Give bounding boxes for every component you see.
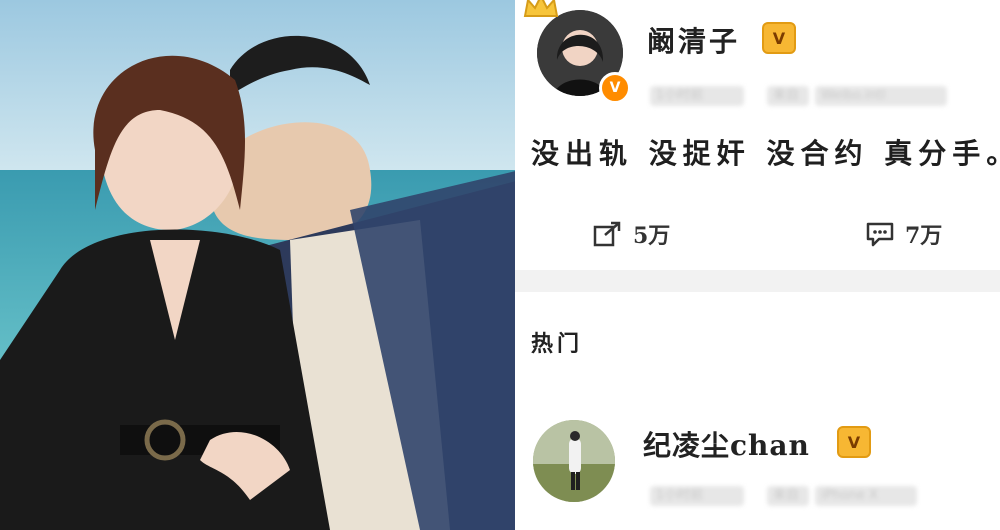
vip-icon: V <box>762 22 796 54</box>
post-time-blurred: 1小时前 <box>650 86 744 106</box>
comment-source-label-blurred: 来自 <box>767 486 809 506</box>
social-feed-screenshot: V 阚清子 V 1小时前 来自 Weibo.intl 没出轨 没捉奸 没合约 真… <box>515 0 1000 530</box>
post-text: 没出轨 没捉奸 没合约 真分手。 <box>531 137 1000 170</box>
section-divider <box>515 270 1000 292</box>
composite-image: V 阚清子 V 1小时前 来自 Weibo.intl 没出轨 没捉奸 没合约 真… <box>0 0 1000 530</box>
section-title-hot[interactable]: 热门 <box>531 326 583 358</box>
vip-icon: V <box>837 426 871 458</box>
repost-button[interactable]: 5万 <box>593 218 670 250</box>
comment-icon <box>866 222 894 247</box>
post-card: V 阚清子 V 1小时前 来自 Weibo.intl 没出轨 没捉奸 没合约 真… <box>515 0 1000 270</box>
beach-photo-illustration <box>0 0 515 530</box>
repost-icon <box>593 221 621 247</box>
crown-icon <box>523 0 559 17</box>
author-name[interactable]: 阚清子 <box>647 20 740 60</box>
post-source-blurred: Weibo.intl <box>815 86 947 106</box>
comment-count: 7万 <box>905 223 943 249</box>
commenter-name[interactable]: 纪凌尘chan <box>643 424 810 464</box>
commenter-avatar-image <box>533 420 615 502</box>
post-source-label-blurred: 来自 <box>767 86 809 106</box>
repost-count: 5万 <box>633 223 671 249</box>
comment-button[interactable]: 7万 <box>865 218 942 250</box>
couple-photo <box>0 0 515 530</box>
comment-time-blurred: 1小时前 <box>650 486 744 506</box>
comment-source-blurred: iPhone X <box>815 486 917 506</box>
verified-icon: V <box>599 72 631 104</box>
commenter-avatar[interactable] <box>533 420 615 502</box>
